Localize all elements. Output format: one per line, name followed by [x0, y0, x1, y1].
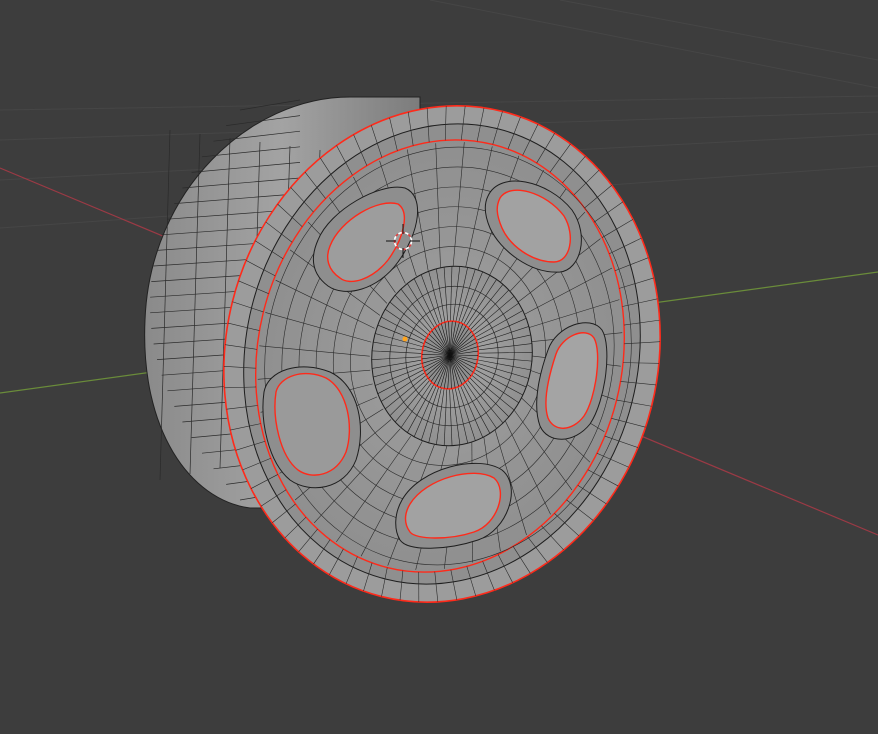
object-origin-dot: [402, 336, 408, 342]
viewport-canvas[interactable]: [0, 0, 878, 734]
3d-viewport[interactable]: [0, 0, 878, 734]
